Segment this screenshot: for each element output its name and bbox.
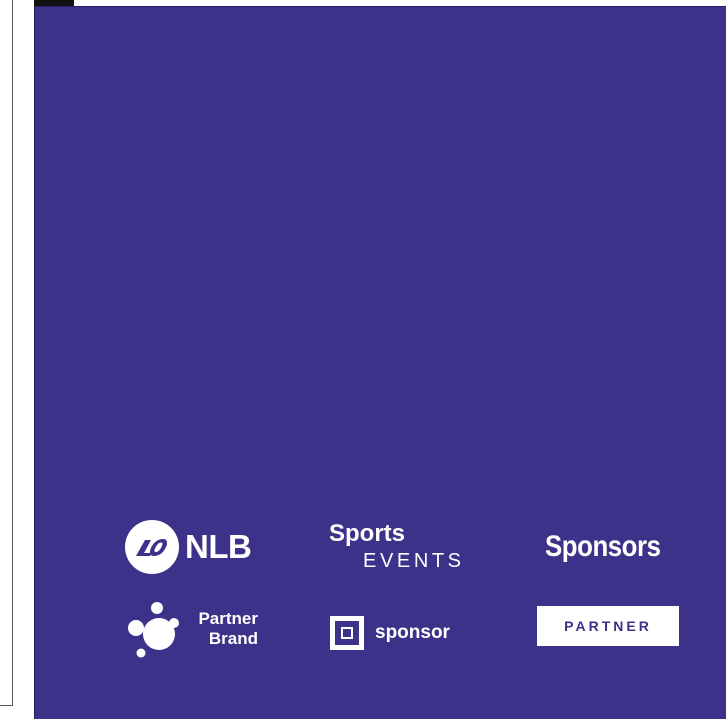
sponsors-logo-text: Sponsors: [545, 530, 661, 563]
page: NLB Sports EVENTS Sponsors Partner Brand…: [0, 0, 726, 719]
nlb-logo[interactable]: NLB: [125, 518, 265, 578]
sponsors-logo[interactable]: Sponsors: [545, 527, 685, 575]
partner-logo[interactable]: PARTNER: [537, 606, 679, 646]
partner-brand-logo[interactable]: Partner Brand: [127, 601, 267, 667]
sponsors-panel: NLB Sports EVENTS Sponsors Partner Brand…: [34, 6, 726, 719]
partner-brand-logo-line1: Partner: [198, 609, 258, 628]
sponsor-square-icon: [330, 616, 364, 650]
left-border-corner: [0, 705, 13, 706]
partner-brand-logo-line2: Brand: [208, 629, 258, 648]
sponsor-logo-text: sponsor: [375, 622, 450, 643]
partner-logo-text: PARTNER: [564, 618, 652, 634]
partner-brand-dots-icon: [127, 601, 183, 672]
sports-events-logo-line2: EVENTS: [363, 550, 465, 572]
sports-events-logo-line1: Sports: [329, 520, 406, 547]
nlb-logo-text: NLB: [185, 528, 252, 565]
nlb-circle-logo-icon: [125, 520, 179, 574]
left-border-line: [12, 0, 13, 706]
sponsor-logo[interactable]: sponsor: [330, 616, 480, 656]
partner-brand-logo-text: Partner Brand: [182, 609, 258, 649]
sports-events-logo[interactable]: Sports EVENTS: [329, 520, 489, 582]
